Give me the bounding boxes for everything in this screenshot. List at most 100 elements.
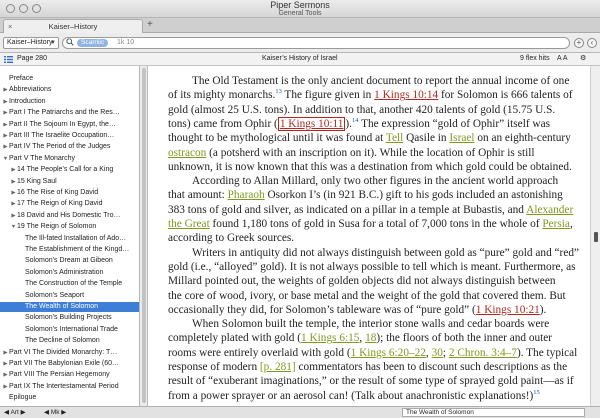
text-line: the Great found 1,180 tons of gold in Su…	[168, 217, 588, 232]
reference-box[interactable]: Scarriiic 1k 10	[62, 37, 570, 49]
disclosure-closed-icon[interactable]: ▶	[10, 165, 17, 175]
toc-item[interactable]: The Ill-fated Installation of Ado…	[0, 234, 139, 244]
resource-select[interactable]: Kaiser–History ▼	[3, 37, 59, 49]
footnote-marker[interactable]: 15	[533, 389, 540, 396]
reference-link[interactable]: the Great	[168, 218, 210, 230]
reference-link[interactable]: Israel	[449, 132, 474, 144]
toc-item[interactable]: ▶Introduction	[0, 97, 139, 107]
disclosure-closed-icon[interactable]: ▶	[10, 188, 17, 198]
toc-item[interactable]: Solomon’s Seaport	[0, 291, 139, 301]
text-line: ostracon (a potsherd with an inscription…	[168, 146, 588, 161]
reference-link[interactable]: 30	[432, 347, 443, 359]
sidebar-scrollbar[interactable]	[140, 66, 148, 406]
toolbar: Kaiser–History ▼ Scarriiic 1k 10 + ‹	[0, 33, 600, 53]
close-window-button[interactable]	[6, 4, 15, 13]
text-line: The Old Testament is the only ancient do…	[168, 74, 588, 89]
bible-reference-link[interactable]: 1 Kings 10:11	[277, 116, 346, 131]
reference-link[interactable]: Alexander	[526, 204, 573, 216]
reference-link[interactable]: 1 Kings 6:15	[301, 332, 359, 344]
font-size-control[interactable]: A A	[557, 53, 568, 65]
reference-link[interactable]: 2 Chron. 3:4–7	[449, 347, 517, 359]
tab-kaiser-history[interactable]: × Kaiser–History	[3, 19, 143, 33]
back-button[interactable]: ‹	[587, 38, 597, 48]
reference-link[interactable]: ostracon	[168, 147, 206, 159]
disclosure-closed-icon[interactable]: ▶	[2, 108, 9, 118]
toc-item-label: Introduction	[9, 97, 46, 105]
sidebar-scroll-thumb[interactable]	[142, 68, 146, 403]
disclosure-open-icon[interactable]: ▼	[10, 222, 17, 232]
disclosure-closed-icon[interactable]: ▶	[2, 142, 9, 152]
reference-input[interactable]: 1k 10	[117, 38, 134, 48]
toc-item[interactable]: ▶Part III The Israelite Occupation…	[0, 131, 139, 141]
text-span: tons) came from Ophir (	[168, 117, 278, 130]
toc-item[interactable]: Epilogue	[0, 393, 139, 403]
toc-item[interactable]: ▶Part IV The Period of the Judges	[0, 142, 139, 152]
reference-link[interactable]: [p. 281]	[260, 361, 296, 373]
toc-item[interactable]: Preface	[0, 74, 139, 84]
toc-item-label: Part IX The Intertestamental Period	[9, 382, 119, 390]
toc-item[interactable]: Solomon’s Administration	[0, 268, 139, 278]
toc-item-label: Epilogue	[9, 394, 37, 402]
toc-item[interactable]: ▼Part V The Monarchy	[0, 154, 139, 164]
disclosure-closed-icon[interactable]: ▶	[10, 199, 17, 209]
zoom-window-button[interactable]	[32, 4, 41, 13]
bible-reference-link[interactable]: 1 Kings 10:21	[476, 304, 540, 316]
new-tab-button[interactable]: +	[147, 19, 153, 31]
toc-item[interactable]: The Construction of the Temple	[0, 279, 139, 289]
flex-hits[interactable]: 9 flex hits	[520, 53, 550, 65]
toc-item[interactable]: The Decline of Solomon	[0, 336, 139, 346]
minimize-window-button[interactable]	[19, 4, 28, 13]
toc-item[interactable]: ▶16 The Rise of King David	[0, 188, 139, 198]
text-span: ); the floors of both the inner and oute…	[376, 332, 553, 345]
art-nav[interactable]: ◀ Art ▶	[4, 407, 26, 418]
disclosure-closed-icon[interactable]: ▶	[2, 97, 9, 107]
disclosure-closed-icon[interactable]: ▶	[2, 348, 9, 358]
disclosure-closed-icon[interactable]: ▶	[2, 85, 9, 95]
reference-link[interactable]: Pharaoh	[228, 189, 265, 201]
reading-scroll-thumb[interactable]	[594, 232, 598, 242]
toc-item[interactable]: ▶Part VIII The Persian Hegemony	[0, 370, 139, 380]
bible-reference-link[interactable]: 1 Kings 10:14	[374, 89, 438, 101]
reference-link[interactable]: Persia	[542, 218, 570, 230]
add-button[interactable]: +	[574, 38, 584, 48]
disclosure-closed-icon[interactable]: ▶	[2, 359, 9, 369]
toc-item[interactable]: ▶Part I The Patriarchs and the Res…	[0, 108, 139, 118]
toc-item[interactable]: Solomon’s Building Projects	[0, 313, 139, 323]
toc-item[interactable]: Solomon’s Dream at Gibeon	[0, 256, 139, 266]
reference-link[interactable]: 1 Kings 6:20–22	[351, 347, 426, 359]
disclosure-closed-icon[interactable]: ▶	[10, 211, 17, 221]
art-label: Art	[10, 409, 19, 416]
toc-item-label: Solomon’s Administration	[25, 268, 104, 276]
gear-icon[interactable]: ⚙	[580, 53, 586, 65]
disclosure-closed-icon[interactable]: ▶	[2, 120, 9, 130]
toc-item[interactable]: ▶Part VII The Babylonian Exile (60…	[0, 359, 139, 369]
reading-scrollbar[interactable]	[590, 66, 600, 406]
disclosure-closed-icon[interactable]: ▶	[2, 131, 9, 141]
toc-item[interactable]: ▶17 The Reign of King David	[0, 199, 139, 209]
disclosure-open-icon[interactable]: ▼	[2, 154, 9, 164]
toc-item[interactable]: Solomon’s International Trade	[0, 325, 139, 335]
search-pill[interactable]: Scarriiic	[77, 39, 109, 47]
toc-item[interactable]: ▼19 The Reign of Solomon	[0, 222, 139, 232]
current-section-field[interactable]: The Wealth of Solomon	[402, 408, 585, 417]
toc-item[interactable]: ▶Part IX The Intertestamental Period	[0, 382, 139, 392]
toc-item[interactable]: ▶15 King Saul	[0, 177, 139, 187]
text-span: result of “exuberant imaginations,” or t…	[168, 375, 574, 388]
mk-nav[interactable]: ◀ Mk ▶	[44, 407, 66, 418]
toc-item[interactable]: ▶Abbreviations	[0, 85, 139, 95]
disclosure-closed-icon[interactable]: ▶	[2, 370, 9, 380]
close-tab-icon[interactable]: ×	[8, 20, 12, 33]
toc-item[interactable]: The Establishment of the Kingd…	[0, 245, 139, 255]
reference-link[interactable]: Tell	[386, 132, 403, 144]
text-span: 383 tons of gold and silver, as indicate…	[168, 203, 527, 216]
toc-item[interactable]: ▶18 David and His Domestic Tro…	[0, 211, 139, 221]
toc-item-label: 19 The Reign of Solomon	[17, 223, 97, 231]
text-line: rooms were entirely overlaid with gold (…	[168, 346, 588, 361]
disclosure-closed-icon[interactable]: ▶	[2, 382, 9, 392]
toc-item[interactable]: ▶Part VI The Divided Monarchy: T…	[0, 348, 139, 358]
disclosure-closed-icon[interactable]: ▶	[10, 177, 17, 187]
toc-item[interactable]: ▶14 The People’s Call for a King	[0, 165, 139, 175]
toc-item[interactable]: The Wealth of Solomon	[0, 302, 139, 312]
reference-link[interactable]: 18	[365, 332, 376, 344]
toc-item[interactable]: ▶Part II The Sojourn In Egypt, the…	[0, 120, 139, 130]
